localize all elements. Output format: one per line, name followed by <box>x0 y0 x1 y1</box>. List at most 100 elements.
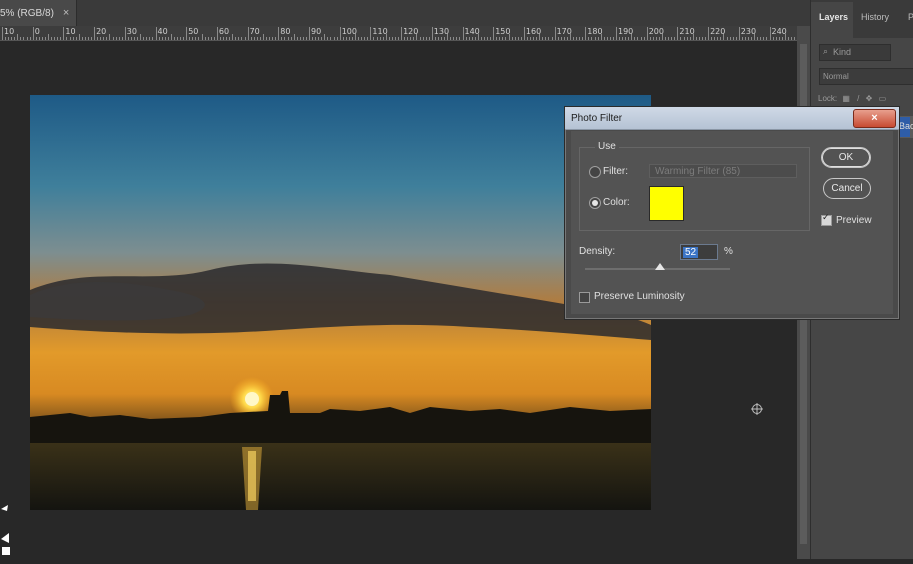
ruler-tick <box>493 27 495 40</box>
kind-label: Kind <box>833 47 852 57</box>
preserve-luminosity-checkbox[interactable] <box>579 292 590 303</box>
ruler-tick <box>677 27 679 40</box>
crosshair-icon <box>751 402 763 415</box>
ruler-tick <box>790 37 792 40</box>
ruler-tick <box>284 37 286 40</box>
ruler-tick <box>569 34 571 40</box>
ruler-tick <box>2 27 3 40</box>
ruler-tick <box>585 27 587 40</box>
ruler-tick <box>634 37 636 40</box>
document-tab-bar: 5% (RGB/8) × <box>0 0 810 26</box>
ruler-tick <box>75 37 77 40</box>
ruler-tick <box>628 37 630 40</box>
ruler-tick <box>680 37 682 40</box>
ruler-tick <box>735 37 737 40</box>
ruler-tick <box>695 37 697 40</box>
filter-select[interactable]: Warming Filter (85) <box>649 164 797 178</box>
ruler-tick <box>358 37 360 40</box>
ruler-tick <box>290 37 292 40</box>
ruler-label: 30 <box>126 27 137 36</box>
dialog-title: Photo Filter <box>571 113 623 124</box>
ruler-tick <box>60 37 62 40</box>
ruler-tick <box>278 27 280 40</box>
blend-mode-select[interactable]: Normal <box>819 68 913 85</box>
lock-label: Lock: <box>818 94 838 103</box>
ruler-tick <box>401 27 403 40</box>
ruler-tick <box>398 37 400 40</box>
ruler-tick <box>781 37 783 40</box>
preview-checkbox[interactable] <box>821 213 832 226</box>
ruler-tick <box>655 37 657 40</box>
ruler-tick <box>5 37 7 40</box>
ruler-tick <box>201 34 203 40</box>
ruler-tick <box>723 34 725 40</box>
ruler-tick <box>112 37 114 40</box>
ruler-tick <box>11 37 13 40</box>
ruler-tick <box>576 37 578 40</box>
panel-tabs: Layers History P <box>811 0 913 38</box>
kind-filter[interactable]: ⌕ Kind <box>819 44 891 61</box>
search-icon: ⌕ <box>823 46 829 56</box>
ruler-tick <box>244 37 246 40</box>
ruler-tick <box>382 37 384 40</box>
ruler-tick <box>361 37 363 40</box>
ruler-tick <box>772 37 774 40</box>
ruler-tick <box>778 37 780 40</box>
move-icon[interactable]: ✥ <box>866 94 873 103</box>
density-label: Density: <box>579 246 616 257</box>
filter-radio[interactable] <box>589 166 601 178</box>
ruler-tick <box>594 37 596 40</box>
tab-paths[interactable]: P <box>908 12 913 22</box>
ruler-tick <box>238 37 240 40</box>
ruler-tick <box>698 37 700 40</box>
ruler-tick <box>434 37 436 40</box>
ruler-tick <box>281 37 283 40</box>
ruler-tick <box>407 37 409 40</box>
ruler-tick <box>416 34 418 40</box>
dialog-title-bar[interactable]: Photo Filter × <box>565 107 899 130</box>
density-input[interactable]: 52 <box>680 244 718 260</box>
ruler-tick <box>551 37 553 40</box>
ruler-tick <box>143 37 145 40</box>
ruler-tick <box>456 37 458 40</box>
ruler-tick <box>754 34 756 40</box>
ruler-tick <box>419 37 421 40</box>
ruler-tick <box>705 37 707 40</box>
ruler-tick <box>741 37 743 40</box>
ruler-tick <box>732 37 734 40</box>
ruler-tick <box>441 37 442 40</box>
dialog-body: Use Filter: Warming Filter (85) Color: D… <box>571 131 893 314</box>
color-radio[interactable] <box>589 197 601 209</box>
ruler-tick <box>124 27 126 40</box>
tab-layers[interactable]: Layers <box>819 12 848 22</box>
ruler-tick <box>17 34 19 40</box>
ruler-tick <box>701 37 703 40</box>
ruler-label: 70 <box>249 27 260 36</box>
ruler-tick <box>431 27 433 40</box>
ruler-tick <box>689 37 691 40</box>
cancel-button[interactable]: Cancel <box>823 178 871 199</box>
ok-button[interactable]: OK <box>821 147 871 168</box>
ruler-tick <box>643 37 645 40</box>
ruler-tick <box>379 37 381 40</box>
ruler-tick <box>91 37 93 40</box>
tab-history[interactable]: History <box>861 12 889 22</box>
artboard-icon[interactable]: ▭ <box>879 94 887 103</box>
density-slider-thumb[interactable] <box>655 263 666 270</box>
ruler-tick <box>256 37 258 40</box>
ruler-tick <box>186 27 188 40</box>
close-icon[interactable]: × <box>853 109 896 128</box>
color-swatch[interactable] <box>649 186 684 221</box>
document-tab[interactable]: 5% (RGB/8) × <box>0 0 77 26</box>
ruler-tick <box>250 37 252 40</box>
ruler-tick <box>582 37 584 40</box>
lock-pixels-icon[interactable]: ▦ <box>842 94 850 103</box>
ruler-tick <box>499 37 501 40</box>
ruler-tick <box>520 37 522 40</box>
ruler-tick <box>32 27 34 40</box>
close-icon[interactable]: × <box>63 7 69 19</box>
ruler-tick <box>106 37 108 40</box>
brush-icon[interactable]: / <box>857 94 859 103</box>
ruler-tick <box>69 37 71 40</box>
ruler-tick <box>462 27 464 40</box>
